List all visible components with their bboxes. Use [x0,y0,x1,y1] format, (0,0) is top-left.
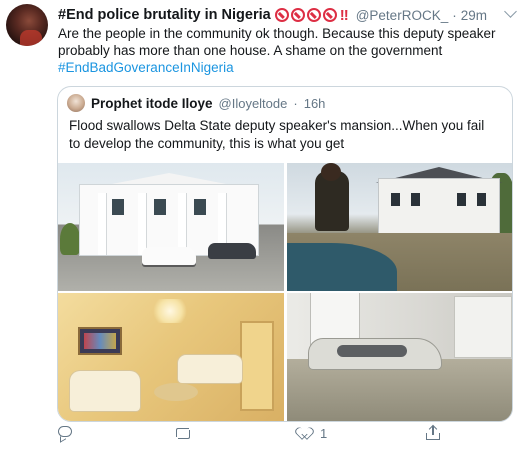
window-shape [112,199,124,215]
quoted-user-handle[interactable]: @Iloyeltode [219,96,288,111]
hashtag-link[interactable]: #EndBadGoveranceInNigeria [58,59,508,76]
window-shape [391,193,400,206]
avatar[interactable] [6,4,48,46]
separator-dot: · [452,7,457,23]
flooded-mansion-canoe-photo[interactable] [287,163,512,291]
no-entry-icon [290,8,305,22]
person-head-shape [321,163,341,181]
tv-shape [80,329,120,353]
window-shape [194,199,206,215]
column-shape [138,193,146,255]
tweet-text: Are the people in the community ok thoug… [58,25,508,76]
window-shape [457,193,466,206]
reply-icon [58,426,72,437]
tweet-header: #End police brutality in Nigeria !! @Pet… [58,5,513,25]
luxury-living-room-photo[interactable] [58,293,284,421]
quoted-tweet[interactable]: Prophet itode Iloye @Iloyeltode · 16h Fl… [57,86,513,422]
armchair-shape [70,371,140,411]
separator-dot: · [293,95,298,111]
submerged-car-shape [309,339,441,369]
share-arrow-icon [428,424,437,434]
white-mansion-photo[interactable] [58,163,284,291]
quoted-avatar[interactable] [67,94,85,112]
white-car-shape [142,247,196,265]
column-shape [98,193,106,255]
display-name[interactable]: #End police brutality in Nigeria [58,7,271,23]
tweet-body: Are the people in the community ok thoug… [58,26,496,58]
retweet-button[interactable] [174,426,192,440]
heart-icon [298,427,314,441]
retweet-icon [174,426,192,440]
reply-button[interactable] [58,426,72,437]
submerged-car-photo[interactable] [287,293,512,421]
quoted-timestamp[interactable]: 16h [304,96,326,111]
house-shape [379,179,499,239]
quoted-display-name[interactable]: Prophet itode Iloye [91,96,213,111]
window-shape [477,193,486,206]
tweet-card[interactable]: #End police brutality in Nigeria !! @Pet… [0,0,521,456]
quoted-tweet-header: Prophet itode Iloye @Iloyeltode · 16h [67,94,325,112]
timestamp[interactable]: 29m [461,8,487,23]
user-handle[interactable]: @PeterROCK_ [356,8,448,23]
no-entry-icon [322,8,337,22]
double-exclamation-emoji: !! [339,6,349,24]
tweet-actions: 1 [58,424,468,448]
door-shape [240,321,274,411]
no-entry-icon [306,8,321,22]
no-entry-emoji-icon [274,8,337,22]
quoted-tweet-text: Flood swallows Delta State deputy speake… [69,118,485,151]
no-entry-icon [274,8,289,22]
tree-shape [60,223,80,255]
window-shape [411,193,420,206]
house-shape [455,297,511,357]
like-button[interactable]: 1 [298,426,327,441]
share-icon [426,424,440,440]
dark-car-shape [208,243,256,259]
chandelier-shape [150,299,190,323]
share-button[interactable] [426,424,440,440]
like-count: 1 [320,426,328,441]
window-shape [154,199,166,215]
column-shape [178,193,186,255]
sofa-shape [178,355,242,383]
table-shape [154,383,198,401]
